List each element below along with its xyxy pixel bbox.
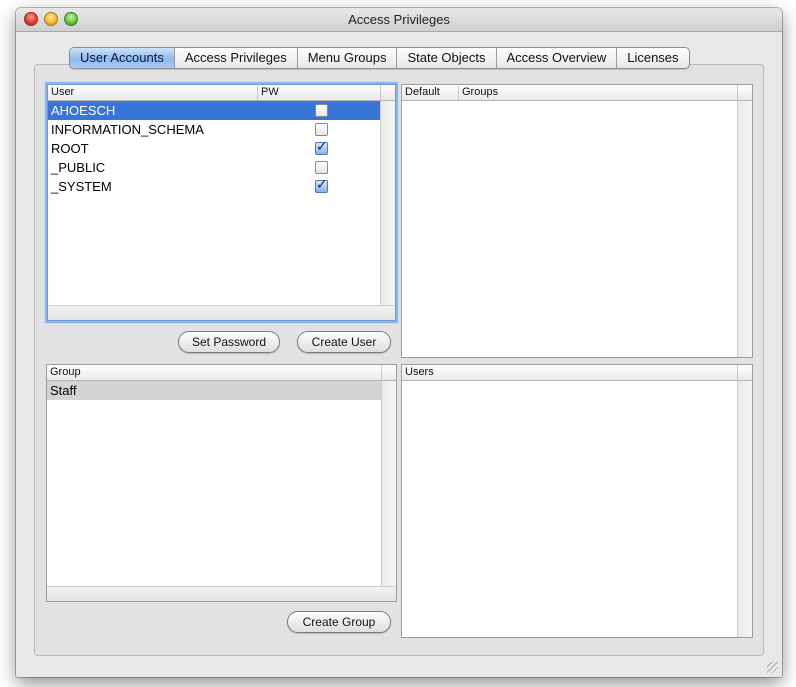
group-table[interactable]: Group Staff — [46, 364, 397, 602]
users-horizontal-scrollbar[interactable] — [48, 305, 395, 320]
tab-access-privileges[interactable]: Access Privileges — [173, 48, 297, 68]
password-checkbox[interactable] — [315, 141, 328, 155]
tab-state-objects[interactable]: State Objects — [396, 48, 495, 68]
default-groups-corner — [737, 85, 752, 101]
default-column-header[interactable]: Default — [402, 86, 459, 100]
tab-access-overview[interactable]: Access Overview — [495, 48, 617, 68]
user-name: ROOT — [51, 141, 89, 156]
default-groups-vertical-scrollbar[interactable] — [737, 101, 752, 357]
table-row[interactable]: _SYSTEM — [48, 177, 380, 196]
users-table[interactable]: User PW AHOESCH INFORMATION_SCHEMA ROOT … — [47, 84, 396, 321]
table-row[interactable]: ROOT — [48, 139, 380, 158]
group-users-table[interactable]: Users — [401, 364, 753, 638]
tab-licenses[interactable]: Licenses — [616, 48, 688, 68]
group-horizontal-scrollbar[interactable] — [47, 586, 396, 601]
table-row[interactable]: AHOESCH — [48, 101, 380, 120]
group-users-vertical-scrollbar[interactable] — [737, 381, 752, 637]
default-groups-table[interactable]: Default Groups — [401, 84, 753, 358]
group-users-header: Users — [402, 365, 752, 381]
group-name: Staff — [50, 383, 77, 398]
create-group-button[interactable]: Create Group — [287, 611, 391, 633]
table-row[interactable]: Staff — [47, 381, 381, 400]
users-column-header[interactable]: Users — [402, 366, 738, 380]
password-checkbox[interactable] — [315, 161, 328, 174]
user-name: INFORMATION_SCHEMA — [51, 122, 204, 137]
group-column-header[interactable]: Group — [47, 366, 382, 380]
table-row[interactable]: _PUBLIC — [48, 158, 380, 177]
group-users-corner — [737, 365, 752, 381]
users-table-header: User PW — [48, 85, 395, 101]
users-table-corner — [380, 85, 395, 101]
table-row[interactable]: INFORMATION_SCHEMA — [48, 120, 380, 139]
password-checkbox[interactable] — [315, 104, 328, 117]
main-window: Access Privileges User Accounts Access P… — [16, 8, 782, 677]
tab-user-accounts[interactable]: User Accounts — [70, 48, 174, 68]
user-column-header[interactable]: User — [48, 86, 258, 100]
tab-bar: User Accounts Access Privileges Menu Gro… — [69, 47, 690, 69]
group-table-header: Group — [47, 365, 396, 381]
password-checkbox[interactable] — [315, 179, 328, 193]
title-bar[interactable]: Access Privileges — [16, 8, 782, 32]
create-user-button[interactable]: Create User — [297, 331, 391, 353]
group-vertical-scrollbar[interactable] — [381, 381, 396, 586]
groups-column-header[interactable]: Groups — [459, 86, 738, 100]
default-groups-header: Default Groups — [402, 85, 752, 101]
users-vertical-scrollbar[interactable] — [380, 101, 395, 305]
pw-column-header[interactable]: PW — [258, 86, 382, 100]
tab-menu-groups[interactable]: Menu Groups — [296, 48, 397, 68]
password-checkbox[interactable] — [315, 123, 328, 136]
group-table-corner — [381, 365, 396, 381]
user-name: _SYSTEM — [51, 179, 112, 194]
user-name: AHOESCH — [51, 103, 116, 118]
user-name: _PUBLIC — [51, 160, 106, 175]
set-password-button[interactable]: Set Password — [178, 331, 280, 353]
resize-grip-icon[interactable] — [767, 662, 778, 673]
window-title: Access Privileges — [348, 12, 450, 27]
